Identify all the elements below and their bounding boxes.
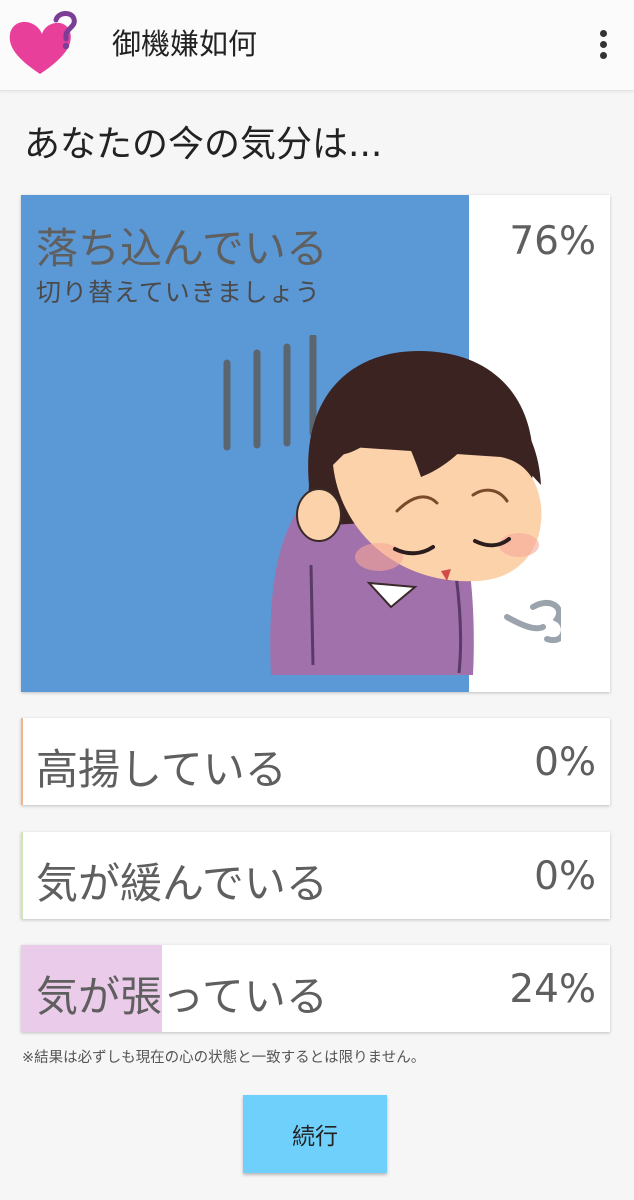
result-label: 気が張っている xyxy=(36,972,328,1021)
result-label: 高揚している xyxy=(36,745,287,794)
result-card-relaxed[interactable]: 気が緩んでいる 0% xyxy=(21,832,610,919)
result-fill-bar xyxy=(21,832,23,919)
result-card-elated[interactable]: 高揚している 0% xyxy=(21,718,610,805)
result-percent: 0% xyxy=(534,740,596,785)
disclaimer-text: ※結果は必ずしも現在の心の状態と一致するとは限りません。 xyxy=(22,1050,426,1066)
continue-button[interactable]: 続行 xyxy=(243,1095,387,1173)
more-vert-icon xyxy=(600,30,607,37)
question-heading: あなたの今の気分は... xyxy=(24,124,383,165)
app-bar: 御機嫌如何 xyxy=(0,0,634,91)
more-options-button[interactable] xyxy=(594,28,614,62)
heart-question-logo-icon xyxy=(9,11,77,74)
more-vert-icon-dot xyxy=(600,41,607,48)
app-title: 御機嫌如何 xyxy=(112,27,258,61)
result-percent: 24% xyxy=(509,967,596,1012)
result-label: 気が緩んでいる xyxy=(36,859,328,908)
result-card-depressed[interactable]: 落ち込んでいる 切り替えていきましょう 76% xyxy=(21,195,610,692)
result-subtitle: 切り替えていきましょう xyxy=(36,278,321,307)
result-fill-bar xyxy=(21,718,23,805)
result-percent: 76% xyxy=(509,219,596,264)
depressed-woman-illustration xyxy=(223,335,561,675)
more-vert-icon-dot xyxy=(600,52,607,59)
result-percent: 0% xyxy=(534,854,596,899)
result-card-tense[interactable]: 気が張っている 24% xyxy=(21,945,610,1032)
result-label: 落ち込んでいる xyxy=(36,224,328,273)
